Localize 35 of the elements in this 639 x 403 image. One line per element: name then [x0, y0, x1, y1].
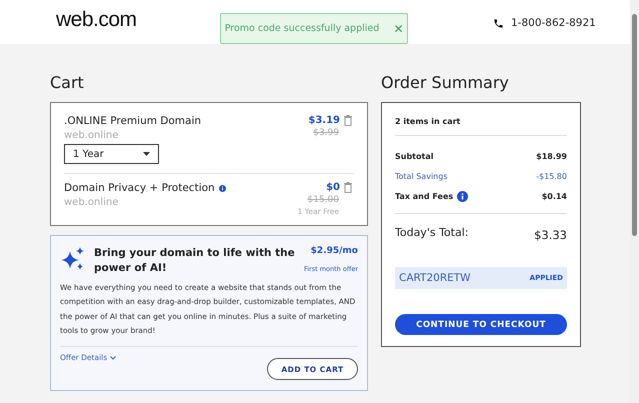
toast-message: Promo code successfully applied: [224, 23, 380, 34]
product-name: Domain Privacy + Protection: [64, 182, 215, 194]
product-name: .ONLINE Premium Domain: [64, 115, 202, 127]
summary-value: $0.14: [542, 192, 567, 200]
checkout-button[interactable]: CONTINUE TO CHECKOUT: [395, 314, 567, 335]
summary-value: $18.99: [536, 152, 567, 160]
offer-price: $2.95/mo: [310, 246, 358, 256]
old-price: $15.00: [308, 195, 339, 205]
domain-name: web.online: [64, 197, 120, 208]
offer-title: Bring your domain to life with the power of AI!: [94, 246, 296, 276]
logo[interactable]: web.com: [56, 8, 137, 32]
caret-icon: [143, 152, 150, 156]
trash-icon[interactable]: [344, 115, 352, 126]
term-dropdown[interactable]: 1 Year: [64, 144, 159, 164]
phone-icon: [493, 18, 504, 28]
sparkle-icon: [60, 246, 86, 272]
promo-code: CART20RETW: [399, 272, 471, 284]
info-icon[interactable]: [218, 184, 226, 192]
total-amount: $3.33: [534, 228, 567, 242]
total-label: Today's Total:: [395, 226, 468, 241]
cart-heading: Cart: [50, 73, 85, 92]
old-price: $3.99: [313, 128, 339, 138]
summary-label: Total Savings: [395, 172, 448, 180]
phone-number[interactable]: 1-800-862-8921: [511, 17, 596, 29]
trash-icon[interactable]: [344, 182, 352, 193]
price: $3.19: [308, 115, 340, 126]
summary-label: Subtotal: [395, 152, 434, 160]
summary-heading: Order Summary: [381, 73, 510, 92]
summary-value: -$15.80: [536, 172, 567, 180]
domain-name: web.online: [64, 130, 120, 141]
item-count: 2 items in cart: [395, 115, 567, 136]
info-icon[interactable]: [457, 190, 468, 202]
price: $0: [326, 182, 340, 193]
chevron-icon: [110, 356, 116, 360]
summary-label: Tax and Fees: [395, 192, 454, 200]
